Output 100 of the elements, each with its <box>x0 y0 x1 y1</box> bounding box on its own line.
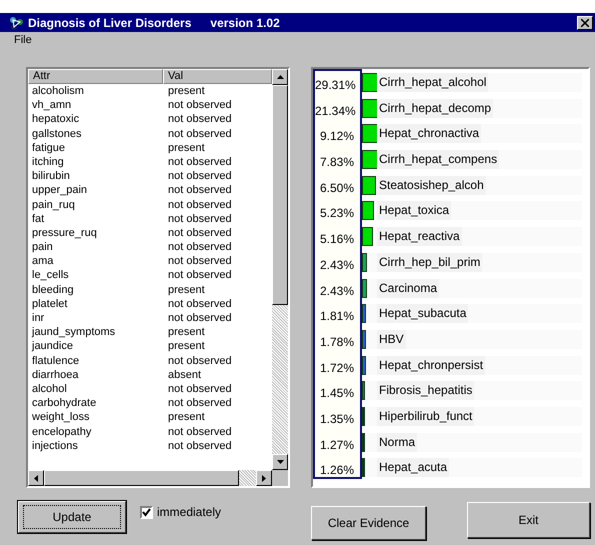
value-cell[interactable]: not observed <box>168 113 232 126</box>
scroll-left-button[interactable] <box>28 470 44 486</box>
left-arrow-icon <box>34 474 38 482</box>
probability-value: 5.16% <box>320 232 354 246</box>
diagnosis-label: Fibrosis_hepatitis <box>377 381 474 400</box>
value-cell[interactable]: not observed <box>168 184 232 196</box>
attribute-cell-text: pain <box>31 240 54 254</box>
value-cell[interactable]: not observed <box>168 170 232 182</box>
attribute-cell-text: inr <box>31 311 46 326</box>
diagnosis-label: Steatosishep_alcoh <box>377 176 486 195</box>
scroll-thumb[interactable] <box>272 85 288 305</box>
attribute-cell-text: jaund_symptoms <box>30 325 116 340</box>
vertical-scrollbar[interactable] <box>272 69 288 470</box>
value-cell[interactable]: present <box>168 85 205 97</box>
diagnosis-label: Hepat_acuta <box>377 458 450 478</box>
diagnosis-label: Carcinoma <box>377 278 440 298</box>
version-label: version 1.02 <box>210 14 280 32</box>
value-cell[interactable]: not observed <box>168 128 232 140</box>
scroll-down-button[interactable] <box>272 454 288 470</box>
diagnosis-label: Norma <box>377 432 418 452</box>
probability-value: 1.35% <box>320 412 354 426</box>
diagnosis-label: Cirrh_hepat_decomp <box>377 98 494 118</box>
close-button[interactable] <box>577 16 593 30</box>
column-header[interactable]: Val <box>162 69 272 84</box>
diagnosis-label: HBV <box>377 330 406 349</box>
value-cell[interactable]: not observed <box>168 382 232 395</box>
horizontal-scrollbar[interactable] <box>28 470 288 486</box>
attribute-cell-text: pressure_ruq <box>31 226 98 240</box>
probability-value: 9.12% <box>320 129 354 144</box>
scroll-thumb[interactable] <box>44 470 239 486</box>
scroll-right-button[interactable] <box>256 470 272 486</box>
value-cell[interactable]: present <box>168 411 205 424</box>
probability-value: 1.78% <box>320 334 354 349</box>
value-cell[interactable]: not observed <box>168 226 232 239</box>
attribute-cell-text: diarrhoea <box>31 368 80 382</box>
diagnosis-label: Cirrh_hepat_alcohol <box>377 73 488 92</box>
diagnosis-label: Hepat_chronpersist <box>377 356 486 375</box>
probability-value: 1.81% <box>320 309 354 324</box>
window-title: Diagnosis of Liver Disorders <box>28 14 192 32</box>
checkbox[interactable] <box>140 506 153 518</box>
probability-value: 2.43% <box>320 284 354 298</box>
value-cell[interactable]: not observed <box>168 241 232 254</box>
probability-value: 1.27% <box>320 438 354 452</box>
attribute-cell-text: pain_ruq <box>31 198 76 212</box>
probability-value: 29.31% <box>315 78 356 92</box>
attribute-cell-text: upper_pain <box>31 183 88 198</box>
attribute-cell-text: jaundice <box>30 339 74 354</box>
value-cell[interactable]: present <box>168 340 205 352</box>
update-button[interactable]: Update <box>18 501 126 533</box>
value-cell[interactable]: present <box>168 142 205 154</box>
attribute-cell-text: bleeding <box>31 282 75 297</box>
value-cell[interactable]: not observed <box>168 354 232 367</box>
menu-item[interactable]: File <box>12 32 34 49</box>
attribute-cell-text: fat <box>31 212 46 226</box>
value-cell[interactable]: not observed <box>168 255 232 268</box>
value-cell[interactable]: not observed <box>168 212 232 225</box>
value-cell[interactable]: present <box>168 284 205 296</box>
diagnosis-label: Hepat_subacuta <box>377 304 468 324</box>
value-cell[interactable]: not observed <box>168 99 232 112</box>
value-cell[interactable]: not observed <box>168 156 232 168</box>
attribute-cell-text: injections <box>31 438 79 453</box>
value-cell[interactable]: not observed <box>168 440 232 452</box>
attribute-cell-text: ama <box>31 254 54 268</box>
exit-button[interactable]: Exit <box>467 502 590 538</box>
probability-value: 5.23% <box>320 206 354 220</box>
diagnosis-label: Hepat_reactiva <box>377 227 462 246</box>
attribute-cell-text: platelet <box>31 296 68 311</box>
down-arrow-icon <box>276 460 284 464</box>
attribute-cell-text: alcoholism <box>31 84 85 98</box>
value-cell[interactable]: not observed <box>168 298 232 310</box>
value-cell[interactable]: not observed <box>168 198 232 210</box>
value-cell[interactable]: not observed <box>168 312 232 324</box>
probability-value: 21.34% <box>315 104 356 118</box>
checkbox-label: immediately <box>157 504 222 521</box>
diagnosis-label: Hepat_toxica <box>377 201 452 220</box>
diagnosis-label: Hiperbilirub_funct <box>377 406 474 426</box>
up-arrow-icon <box>276 75 284 79</box>
probability-value: 7.83% <box>320 155 354 170</box>
right-arrow-icon <box>262 474 266 482</box>
attribute-cell-text: le_cells <box>31 268 70 283</box>
attribute-cell-text: bilirubin <box>31 169 71 184</box>
value-cell[interactable]: present <box>168 326 205 338</box>
value-cell[interactable]: not observed <box>168 397 232 410</box>
probability-value: 1.45% <box>320 386 354 400</box>
probability-value: 6.50% <box>320 180 354 195</box>
clear-evidence-button[interactable]: Clear Evidence <box>311 506 426 540</box>
column-header[interactable]: Attr <box>28 69 163 84</box>
attribute-cell-text: gallstones <box>31 126 83 141</box>
diagnosis-label: Hepat_chronactiva <box>377 124 482 144</box>
probability-value: 1.26% <box>320 463 354 478</box>
attribute-cell-text: flatulence <box>31 354 80 368</box>
close-icon <box>581 18 589 26</box>
probability-value: 2.43% <box>320 258 354 272</box>
value-cell[interactable]: absent <box>168 368 202 381</box>
scroll-up-button[interactable] <box>272 69 288 85</box>
value-cell[interactable]: not observed <box>168 269 232 282</box>
attribute-cell-text: fatigue <box>31 140 66 155</box>
app-icon <box>8 14 25 30</box>
value-cell[interactable]: not observed <box>168 426 232 438</box>
attribute-cell-text: alcohol <box>31 382 68 396</box>
